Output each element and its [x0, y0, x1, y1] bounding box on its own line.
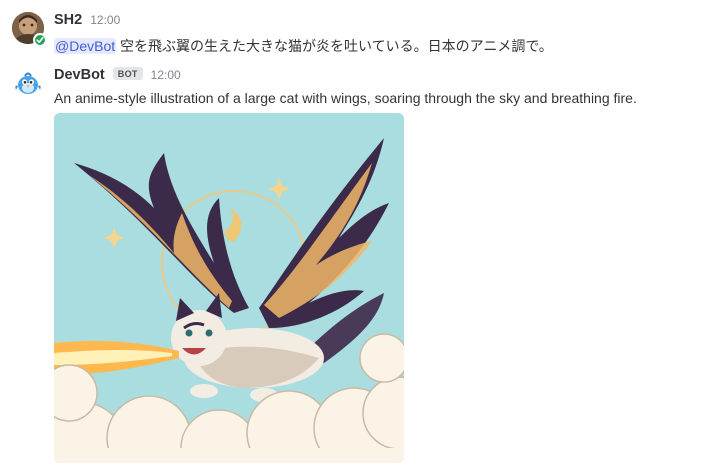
message-text: An anime-style illustration of a large c… — [54, 90, 637, 106]
message-header: DevBot BOT 12:00 — [54, 67, 181, 83]
image-attachment[interactable] — [54, 113, 404, 463]
message-timestamp: 12:00 — [90, 13, 121, 27]
author-name[interactable]: SH2 — [54, 12, 82, 28]
user-avatar[interactable] — [12, 12, 47, 47]
generated-image — [54, 113, 404, 463]
author-name[interactable]: DevBot — [54, 67, 105, 83]
message-content: An anime-style illustration of a large c… — [54, 90, 637, 106]
online-status-badge — [33, 33, 47, 47]
bot-avatar[interactable] — [12, 67, 44, 99]
bot-badge: BOT — [112, 67, 143, 80]
bluebird-icon — [15, 72, 41, 94]
message-content: @DevBot 空を飛ぶ翼の生えた大きな猫が炎を吐いている。日本のアニメ調で。 — [54, 36, 553, 56]
message-header: SH2 12:00 — [54, 12, 120, 28]
message-timestamp: 12:00 — [150, 68, 181, 82]
mention-devbot[interactable]: @DevBot — [54, 38, 117, 54]
checkmark-icon — [36, 37, 44, 43]
message-text: 空を飛ぶ翼の生えた大きな猫が炎を吐いている。日本のアニメ調で。 — [116, 38, 553, 54]
